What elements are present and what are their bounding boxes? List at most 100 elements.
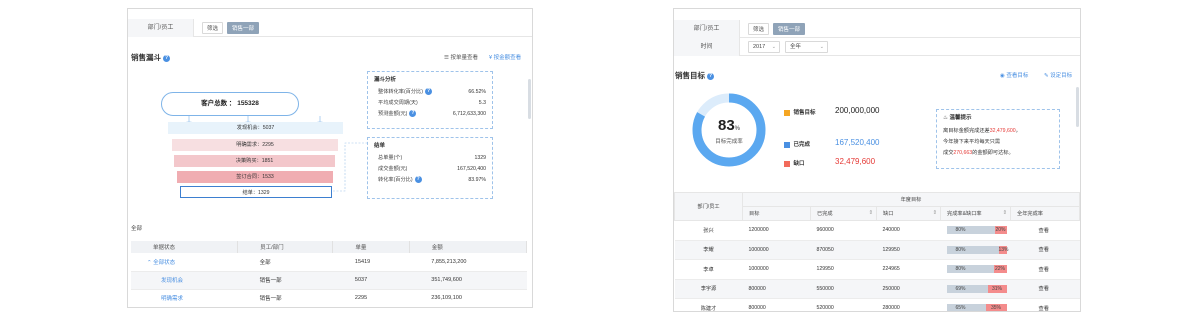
chevron-up-icon[interactable]: ⌃ (147, 260, 152, 266)
view-link[interactable]: 查看 (1010, 240, 1080, 260)
legend-done-value: 167,520,400 (835, 138, 880, 147)
legend-name: 缺口 (793, 161, 805, 167)
gap-fill: 35% (985, 304, 1007, 311)
analysis-value: 66.52% (468, 89, 486, 95)
ring-value: 83% (690, 117, 768, 135)
customer-total-label: 客户总数 (201, 100, 228, 107)
help-icon[interactable]: ? (163, 54, 170, 62)
view-link[interactable]: 查看 (1010, 298, 1080, 311)
done-cell: 129950 (810, 259, 877, 280)
view-by-count-link[interactable]: ☰ 按单量查看 (444, 53, 478, 61)
eye-icon: ◉ (1000, 73, 1005, 79)
status-cell[interactable]: ⌃ 全部状态 (131, 253, 238, 272)
year-select[interactable]: 2017 ⌄ (748, 41, 780, 53)
table-cell: 5037 (332, 271, 410, 290)
help-icon[interactable]: ? (414, 176, 422, 184)
employee-name: 李卓 (674, 259, 743, 280)
funnel-stage-decision[interactable]: 决策购买：1851 (174, 155, 335, 167)
set-target-link[interactable]: ✎ 设定目标 (1044, 71, 1072, 79)
help-icon[interactable]: ? (409, 110, 417, 118)
dept-filter-row: 部门/员工 筛选 销售一部 (128, 19, 532, 37)
dept-filter-row: 部门/员工 筛选 销售一部 (674, 20, 1080, 38)
view-by-amount-link[interactable]: ¥ 按金额查看 (489, 53, 521, 61)
dept-chip-sales-1[interactable]: 销售一部 (773, 23, 806, 35)
customer-total-value: 155328 (237, 100, 259, 107)
group-header: 年度目标 (742, 192, 1080, 207)
customer-total-box: 客户总数 ： 155328 (161, 92, 299, 116)
table-row: 李宇源 800000 550000 250000 69% 31% 查看 (674, 279, 1080, 299)
closed-deals-title: 结单 (374, 143, 386, 149)
sort-icon[interactable]: ⇕ (869, 210, 873, 216)
funnel-stage-contract[interactable]: 签订合同：1533 (177, 171, 333, 183)
funnel-stage-closed[interactable]: 结单：1329 (180, 186, 332, 198)
funnel-analysis-title: 漏斗分析 (374, 77, 397, 83)
period-select[interactable]: 全年 ⌄ (785, 41, 828, 53)
scrollbar[interactable] (1076, 87, 1079, 127)
scrollbar[interactable] (528, 79, 531, 119)
table-cell: 351,749,600 (409, 271, 527, 290)
dept-filter-label: 部门/员工 (674, 20, 740, 38)
help-icon[interactable]: ? (707, 72, 714, 80)
table-cell: 7,855,213,200 (409, 253, 527, 272)
employee-name: 李耀 (674, 240, 743, 260)
view-target-label: 查看目标 (1006, 73, 1029, 79)
view-link[interactable]: 查看 (1010, 259, 1080, 280)
edit-icon: ✎ (1044, 73, 1049, 79)
col-label: 缺口 (883, 211, 894, 217)
col-header: 部门/员工 (674, 192, 743, 221)
col-label: 已完成 (817, 211, 833, 217)
target-table: 部门/员工 年度目标 目标 已完成 ⇕ 缺口 ⇕ 完成率&缺口率 ⇕ 全年完成率 张兴… (674, 192, 1080, 311)
funnel-stage-needs[interactable]: 明确需求：2295 (172, 139, 338, 151)
status-link[interactable]: 发现机会 (131, 271, 238, 290)
completion-bar: 65% 35% (946, 304, 1007, 311)
col-header[interactable]: 缺口 ⇕ (876, 206, 941, 221)
gap-cell: 224965 (876, 259, 941, 280)
closed-key: 成交金额(元) (378, 166, 408, 172)
filter-chip[interactable]: 筛选 (202, 22, 224, 34)
table-cell: 236,109,100 (409, 289, 527, 307)
view-link[interactable]: 查看 (1010, 220, 1080, 241)
funnel-stage-opportunity[interactable]: 发现机会：5037 (168, 122, 343, 134)
gap-fill: 13% (998, 245, 1009, 254)
col-header[interactable]: 完成率&缺口率 ⇕ (940, 206, 1011, 221)
section-title-text: 销售漏斗 (131, 53, 161, 62)
table-row: 李卓 1000000 129950 224965 80% 22% 查看 (674, 259, 1080, 280)
rate-cell: 65% 35% (940, 298, 1011, 311)
completion-bar: 80% 22% (946, 265, 1007, 274)
analysis-key: 平均成交周期(天) (378, 100, 418, 106)
target-cell: 1200000 (742, 220, 811, 241)
analysis-key: 整体转化率(百分比) (378, 89, 423, 95)
dept-chip-sales-1[interactable]: 销售一部 (227, 22, 260, 34)
legend-gap: 缺口 (784, 159, 805, 167)
target-cell: 800000 (742, 298, 811, 311)
sort-icon[interactable]: ⇕ (933, 210, 937, 216)
analysis-key: 预测金额(元) (378, 111, 408, 117)
gap-cell: 129950 (876, 240, 941, 260)
closed-deals-box: 结单 总单量(个) 1329 成交金额(元) 167,520,400 转化率(百分比… (367, 137, 493, 199)
gap-fill: 31% (987, 284, 1007, 293)
tip-gap-value: 32,479,600 (989, 128, 1016, 134)
analysis-value: 5.3 (478, 100, 486, 106)
completion-bar: 69% 31% (946, 284, 1007, 293)
sort-icon[interactable]: ⇕ (1003, 210, 1007, 216)
view-target-link[interactable]: ◉ 查看目标 (1000, 71, 1028, 79)
filter-chip[interactable]: 筛选 (748, 23, 770, 35)
tip-line-1: 离目标金额完成还差32,479,600， (943, 126, 1053, 137)
legend-target: 销售目标 (784, 108, 816, 116)
help-icon[interactable]: ? (424, 88, 432, 96)
funnel-table: 单据状态 员工/部门 单量 金额 ⌃ 全部状态 全部 15419 7,855,2… (131, 241, 528, 307)
table-cell: 销售一部 (237, 271, 333, 290)
col-header[interactable]: 已完成 ⇕ (810, 206, 877, 221)
tip-text: 离目标金额完成还差 (943, 128, 990, 134)
status-link[interactable]: 明确需求 (131, 289, 238, 307)
section-title-text: 销售目标 (675, 71, 705, 80)
completion-bar: 80% 20% (946, 226, 1007, 235)
table-cell: 全部 (237, 253, 333, 272)
view-link[interactable]: 查看 (1010, 279, 1080, 299)
completion-fill: 80% (946, 226, 995, 235)
tip-title-text: 温馨提示 (949, 115, 972, 121)
done-cell: 520000 (810, 298, 877, 311)
table-cell: 销售一部 (237, 289, 333, 307)
tip-daily-value: 270,663 (953, 150, 973, 156)
status-label: 全部状态 (153, 259, 176, 266)
